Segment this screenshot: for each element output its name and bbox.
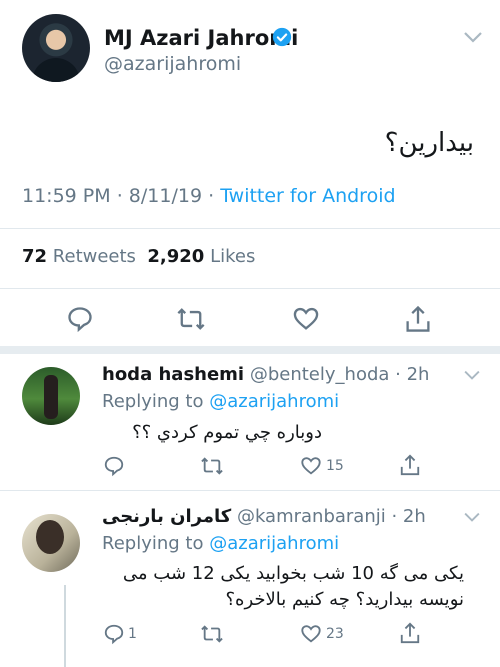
- replying-to-handle-link[interactable]: @azarijahromi: [209, 391, 339, 412]
- author-avatar[interactable]: [22, 14, 90, 82]
- divider: [0, 288, 500, 289]
- reply-text-line-2: نویسه بیدارید؟ چه کنیم بالاخره؟: [225, 589, 465, 610]
- verified-badge-icon: [272, 27, 292, 47]
- reply-header: کامران بارنجی @kamranbaranji · 2h: [102, 506, 426, 527]
- chevron-down-icon[interactable]: [462, 30, 484, 44]
- tweet-time: 11:59 PM: [22, 185, 111, 207]
- reply-author-name[interactable]: کامران بارنجی: [102, 506, 231, 527]
- section-divider: [0, 346, 500, 354]
- reply-text: دوباره چي تموم کردي ؟؟: [132, 422, 322, 443]
- reply-icon[interactable]: [103, 455, 125, 477]
- like-icon[interactable]: [300, 623, 322, 645]
- reply-age: 2h: [406, 364, 430, 385]
- reply-like-count: 15: [326, 458, 344, 474]
- reply-author-avatar[interactable]: [22, 367, 80, 425]
- replying-to: Replying to @azarijahromi: [102, 391, 339, 412]
- reply-icon[interactable]: [103, 623, 125, 645]
- replying-to: Replying to @azarijahromi: [102, 533, 339, 554]
- meta-separator: ·: [389, 364, 407, 385]
- reply-author-avatar[interactable]: [22, 514, 80, 572]
- author-handle[interactable]: @azarijahromi: [104, 53, 241, 75]
- tweet-text: بیدارین؟: [384, 128, 474, 158]
- tweet-meta: 11:59 PM · 8/11/19 · Twitter for Android: [22, 185, 396, 207]
- divider: [0, 490, 500, 491]
- thread-line: [64, 585, 66, 667]
- tweet-stats: 72 Retweets 2,920 Likes: [22, 246, 255, 267]
- reply-icon[interactable]: [66, 305, 94, 333]
- reply-age: 2h: [402, 506, 426, 527]
- replying-to-handle-link[interactable]: @azarijahromi: [209, 533, 339, 554]
- reply-text-line-1: یکی می گه 10 شب بخوابید یکی 12 شب می: [122, 563, 464, 584]
- retweet-icon[interactable]: [200, 623, 224, 645]
- tweet-source-link[interactable]: Twitter for Android: [220, 185, 395, 207]
- reply-reply-count: 1: [128, 626, 137, 642]
- share-icon[interactable]: [404, 304, 432, 334]
- reply-author-handle[interactable]: @bentely_hoda: [250, 364, 390, 385]
- author-name[interactable]: MJ Azari Jahromi: [104, 26, 298, 50]
- reply-like-count: 23: [326, 626, 344, 642]
- like-icon[interactable]: [292, 305, 320, 333]
- like-count[interactable]: 2,920: [147, 246, 204, 267]
- share-icon[interactable]: [399, 621, 421, 645]
- replying-to-label: Replying to: [102, 391, 204, 412]
- reply-header: hoda hashemi @bentely_hoda · 2h: [102, 364, 429, 385]
- tweet-date: 8/11/19: [128, 185, 203, 207]
- meta-separator: ·: [116, 185, 129, 207]
- meta-separator: ·: [208, 185, 221, 207]
- reply-author-handle[interactable]: @kamranbaranji: [237, 506, 386, 527]
- chevron-down-icon[interactable]: [462, 511, 482, 523]
- reply-author-name[interactable]: hoda hashemi: [102, 364, 244, 385]
- chevron-down-icon[interactable]: [462, 369, 482, 381]
- divider: [0, 228, 500, 229]
- share-icon[interactable]: [399, 453, 421, 477]
- retweet-count[interactable]: 72: [22, 246, 47, 267]
- retweets-label[interactable]: Retweets: [53, 246, 136, 267]
- replying-to-label: Replying to: [102, 533, 204, 554]
- likes-label[interactable]: Likes: [210, 246, 255, 267]
- meta-separator: ·: [385, 506, 403, 527]
- retweet-icon[interactable]: [200, 455, 224, 477]
- like-icon[interactable]: [300, 455, 322, 477]
- retweet-icon[interactable]: [176, 305, 206, 333]
